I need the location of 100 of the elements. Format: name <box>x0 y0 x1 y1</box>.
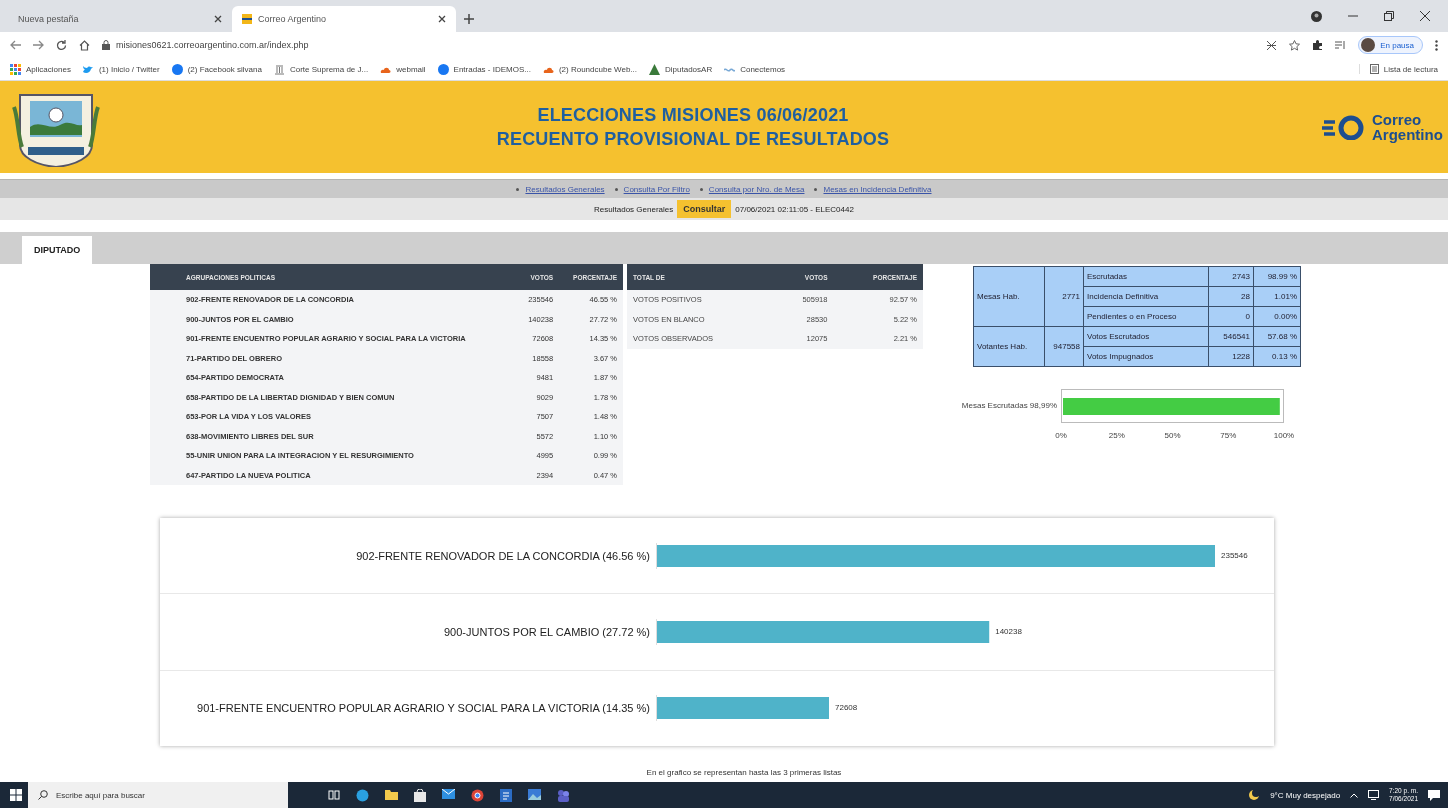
chevron-icon[interactable] <box>1350 792 1359 798</box>
summary-percent: 0.13 % <box>1253 346 1301 367</box>
summary-value: 28 <box>1208 286 1254 307</box>
group-label: Votantes Hab. <box>973 326 1045 367</box>
document-icon[interactable] <box>500 788 512 802</box>
bookmark[interactable]: Corte Suprema de J... <box>273 63 369 75</box>
summary-value: 546541 <box>1208 326 1254 347</box>
bag-icon[interactable] <box>414 788 426 802</box>
bookmark[interactable]: Aplicaciones <box>10 63 71 75</box>
bullet-icon <box>699 187 703 191</box>
timestamp: 07/06/2021 02:11:05 - ELEC0442 <box>735 204 854 214</box>
list-icon <box>1369 64 1379 74</box>
home-icon[interactable] <box>79 39 90 51</box>
bullet-icon <box>516 187 520 191</box>
puzzle-icon[interactable] <box>1312 39 1324 51</box>
axis-tick-label: 75% <box>1220 431 1237 440</box>
notification-icon[interactable] <box>1428 789 1440 801</box>
back-icon[interactable] <box>10 40 21 50</box>
people-icon[interactable] <box>557 788 570 802</box>
star-icon[interactable] <box>1289 39 1301 51</box>
address-bar[interactable]: misiones0621.correoargentino.com.ar/index.php <box>102 35 1255 55</box>
new-tab-icon[interactable] <box>464 14 474 24</box>
summary-label: Escrutadas <box>1083 266 1209 287</box>
summary-percent: 0.00% <box>1253 306 1301 327</box>
axis-tick-label: 50% <box>1164 431 1181 440</box>
axis-tick-label: 25% <box>1108 431 1125 440</box>
lock-icon <box>102 40 110 50</box>
reading-list-button[interactable]: Lista de lectura <box>1358 64 1438 74</box>
nav-link[interactable]: Consulta Por Filtro <box>623 184 690 194</box>
tab-title: Nueva pestaña <box>18 14 80 24</box>
logo-text: Correo Argentino <box>1372 112 1444 142</box>
bird-icon <box>82 63 94 75</box>
search-icon <box>38 790 48 800</box>
weather-icon <box>1248 789 1261 801</box>
task-view-icon[interactable] <box>328 788 340 801</box>
windows-icon[interactable] <box>10 789 22 801</box>
column-icon <box>273 63 285 75</box>
summary-value: 0 <box>1208 306 1254 327</box>
nav-link[interactable]: Mesas en Incidencia Definitiva <box>823 184 932 194</box>
bookmark[interactable]: webmail <box>380 63 426 75</box>
query-label: Resultados Generales <box>594 204 674 214</box>
category-label: 901-FRENTE ENCUENTRO POPULAR AGRARIO Y SOCIAL PARA LA VICTORIA (14.35 %) <box>196 702 651 715</box>
summary-label: Pendientes o en Proceso <box>1083 306 1209 327</box>
mail-icon[interactable] <box>442 788 455 799</box>
close-icon[interactable] <box>1420 11 1430 21</box>
bookmark[interactable]: DiputadosAR <box>649 63 713 75</box>
close-icon[interactable] <box>214 15 222 23</box>
site-favicon <box>242 14 252 24</box>
logo-icon <box>1322 114 1366 140</box>
nav-link[interactable]: Resultados Generales <box>525 184 605 194</box>
folder-icon[interactable] <box>385 788 398 800</box>
chart-label: Mesas Escrutadas 98,99% <box>960 400 1057 410</box>
taskbar-search-field[interactable]: Escribe aquí para buscar <box>28 782 288 808</box>
bookmark[interactable]: (2) Facebook silvana <box>171 63 262 75</box>
weather-text: 9°C Muy despejado <box>1270 790 1341 800</box>
apps-grid-icon <box>10 63 21 75</box>
restore-icon[interactable] <box>1384 11 1394 21</box>
avatar-icon <box>1361 38 1376 52</box>
chart-footnote: En el grafico se representan hasta las 3 primeras listas <box>645 768 843 779</box>
browser-tab[interactable]: Correo Argentino <box>232 6 456 32</box>
summary-label: Votos Impugnados <box>1083 346 1209 367</box>
forward-icon[interactable] <box>33 40 44 50</box>
image-icon[interactable] <box>528 788 541 800</box>
tab-title: Correo Argentino <box>258 14 328 24</box>
category-label: 902-FRENTE RENOVADOR DE LA CONCORDIA (46.56 %) <box>355 549 651 562</box>
axis-tick-label: 100% <box>1273 431 1295 440</box>
page-title: ELECCIONES MISIONES 06/06/2021 <box>537 104 849 126</box>
bullet-icon <box>814 187 818 191</box>
summary-percent: 98.99 % <box>1253 266 1301 287</box>
network-icon[interactable] <box>1368 790 1380 800</box>
profile-icon[interactable] <box>1311 10 1322 22</box>
data-label: 235546 <box>1221 550 1248 560</box>
summary-value: 2743 <box>1208 266 1254 287</box>
page-title: RECUENTO PROVISIONAL DE RESULTADOS <box>496 128 890 150</box>
profile-button[interactable]: En pausa <box>1358 36 1423 54</box>
group-value: 2771 <box>1044 266 1084 327</box>
data-label: 140238 <box>995 627 1022 636</box>
reload-icon[interactable] <box>56 39 67 51</box>
close-icon[interactable] <box>438 15 446 23</box>
section-tab[interactable]: DIPUTADO <box>22 236 93 264</box>
summary-value: 1228 <box>1208 346 1254 367</box>
summary-percent: 1.01% <box>1253 286 1301 307</box>
bookmark[interactable]: Conectemos <box>724 63 786 75</box>
nav-link[interactable]: Consulta por Nro. de Mesa <box>708 184 805 194</box>
bookmark[interactable]: (2) Roundcube Web... <box>542 63 638 75</box>
group-label: Mesas Hab. <box>973 266 1045 327</box>
category-label: 900-JUNTOS POR EL CAMBIO (27.72 %) <box>443 626 651 638</box>
bookmark[interactable]: Entradas - IDEMOS... <box>437 63 531 75</box>
more-icon[interactable] <box>1435 39 1438 51</box>
summary-label: Votos Escrutados <box>1083 326 1209 347</box>
data-label: 72608 <box>835 703 858 713</box>
browser-icon[interactable] <box>356 788 369 802</box>
summary-percent: 57.68 % <box>1253 326 1301 347</box>
group-value: 947558 <box>1044 326 1084 367</box>
axis-tick-label: 0% <box>1055 431 1067 440</box>
triangle-icon <box>649 63 661 75</box>
browser-tab[interactable]: Nueva pestaña <box>8 6 232 32</box>
bookmark[interactable]: (1) Inicio / Twitter <box>82 63 160 75</box>
consult-button[interactable]: Consultar <box>677 200 732 218</box>
bullet-icon <box>614 187 618 191</box>
